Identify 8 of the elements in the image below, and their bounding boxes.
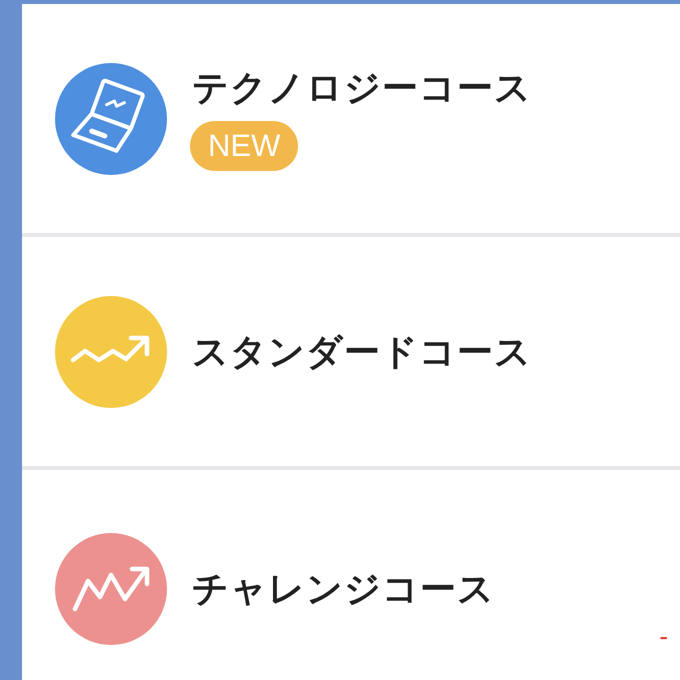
course-card[interactable]: テクノロジーコース NEW [22, 4, 680, 233]
course-title: チャレンジコース [192, 567, 495, 611]
course-title: テクノロジーコース [192, 66, 532, 110]
cut-off-text: - [659, 621, 668, 651]
course-card[interactable]: スタンダードコース [22, 237, 680, 466]
new-badge: NEW [190, 121, 298, 171]
course-title: スタンダードコース [192, 330, 532, 374]
course-card[interactable]: チャレンジコース - [22, 470, 680, 680]
